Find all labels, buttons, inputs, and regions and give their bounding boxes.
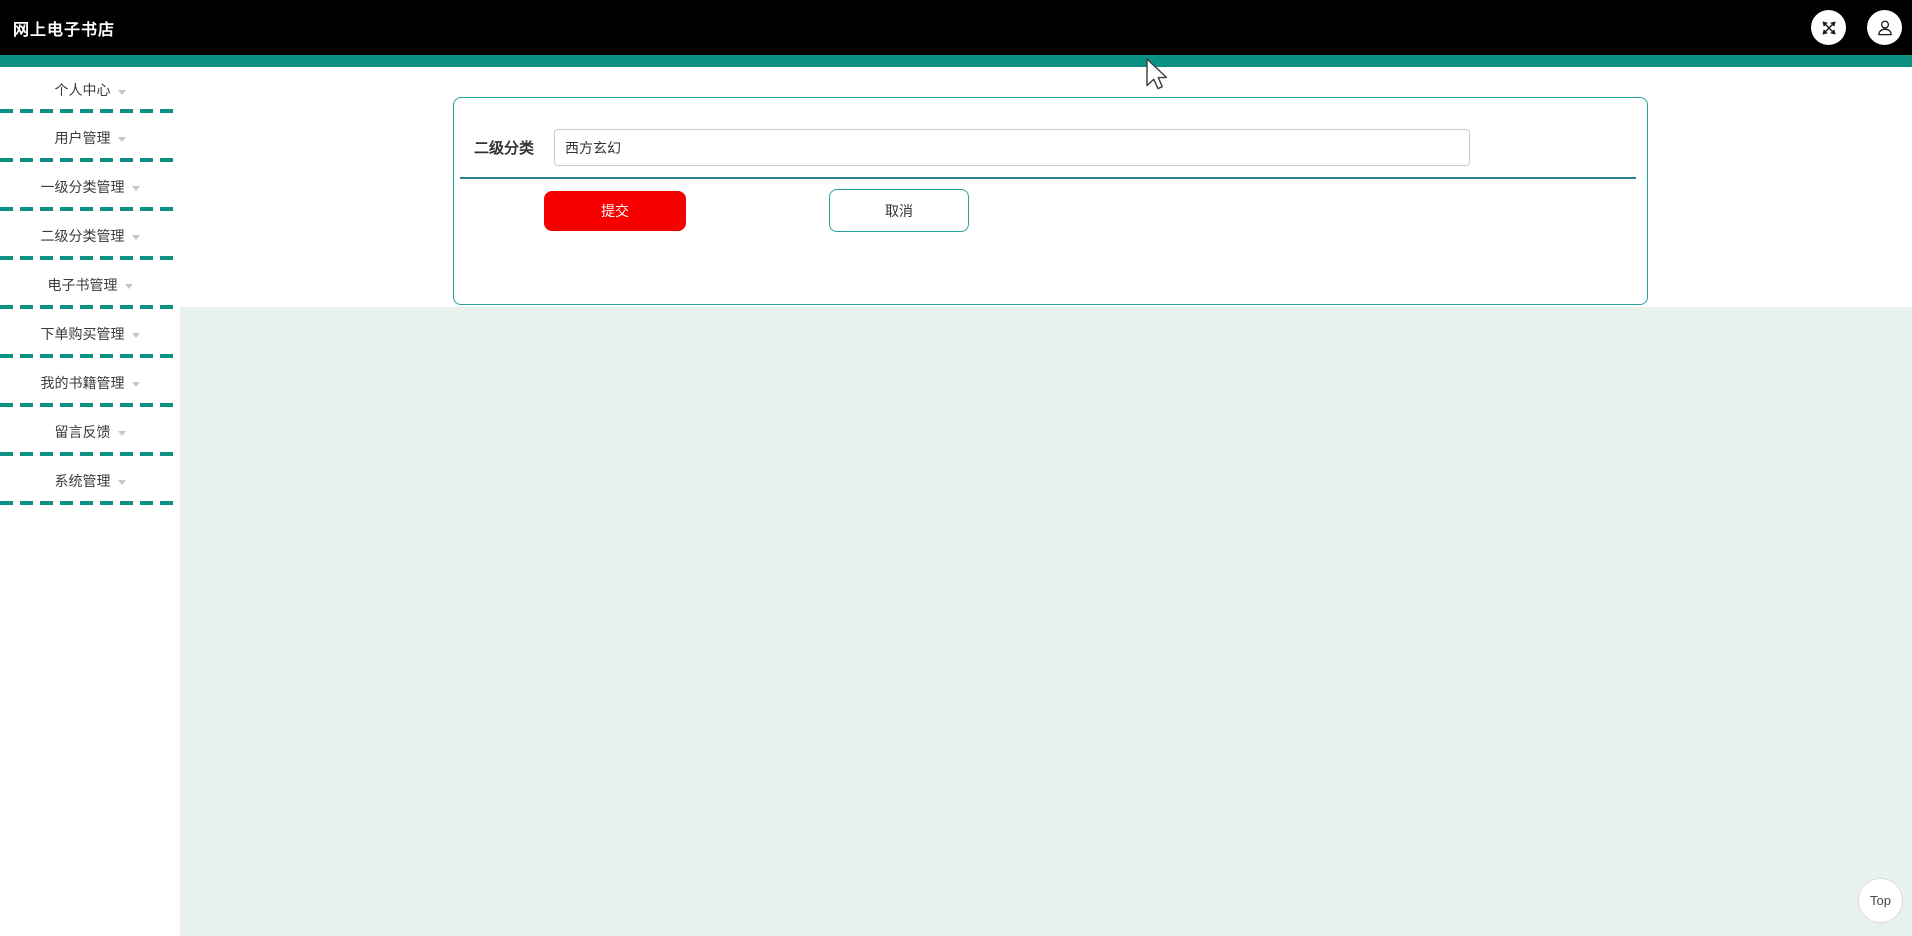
accent-bar [0,55,1912,67]
back-to-top-button[interactable]: Top [1858,878,1903,923]
fullscreen-icon [1821,20,1836,35]
secondary-category-form-card: 二级分类 提交 取消 [453,97,1648,305]
sidebar-item-label: 一级分类管理 [40,178,125,195]
sidebar-nav: 个人中心 用户管理 一级分类管理 二级分类管理 电子书管理 下单购买管理 我的书… [0,67,180,936]
chevron-down-icon [117,89,126,95]
sidebar-item-label: 用户管理 [54,129,111,146]
sidebar-item-label: 电子书管理 [47,276,118,293]
sidebar-item-my-books-management[interactable]: 我的书籍管理 [0,358,180,407]
fullscreen-button[interactable] [1811,10,1846,45]
cancel-button[interactable]: 取消 [829,189,969,232]
sidebar-item-label: 留言反馈 [54,423,111,440]
header-actions [1811,0,1902,55]
app-title: 网上电子书店 [13,21,116,39]
chevron-down-icon [131,382,140,387]
app-header: 网上电子书店 [0,0,1912,55]
chevron-down-icon [117,431,126,436]
sidebar-item-message-feedback[interactable]: 留言反馈 [0,407,180,456]
sidebar-item-secondary-category-management[interactable]: 二级分类管理 [0,211,180,260]
submit-button[interactable]: 提交 [544,191,686,231]
chevron-down-icon [117,137,126,142]
sidebar-item-order-purchase-management[interactable]: 下单购买管理 [0,309,180,358]
sidebar-item-label: 二级分类管理 [40,227,125,244]
chevron-down-icon [131,333,140,338]
sidebar-item-user-management[interactable]: 用户管理 [0,113,180,162]
sidebar-item-system-management[interactable]: 系统管理 [0,456,180,505]
category-field-label: 二级分类 [474,140,535,157]
form-divider [460,177,1636,179]
chevron-down-icon [124,284,133,289]
sidebar-item-label: 下单购买管理 [40,325,125,342]
chevron-down-icon [131,235,140,240]
page-background [180,307,1912,936]
sidebar-item-personal-center[interactable]: 个人中心 [0,67,180,113]
sidebar-item-label: 系统管理 [54,472,111,489]
sidebar-item-primary-category-management[interactable]: 一级分类管理 [0,162,180,211]
user-profile-button[interactable] [1867,10,1902,45]
sidebar-item-label: 个人中心 [54,82,111,98]
user-icon [1877,20,1892,35]
sidebar-item-ebook-management[interactable]: 电子书管理 [0,260,180,309]
sidebar-item-label: 我的书籍管理 [40,374,125,391]
chevron-down-icon [131,186,140,191]
chevron-down-icon [117,480,126,485]
category-input[interactable] [554,129,1470,166]
